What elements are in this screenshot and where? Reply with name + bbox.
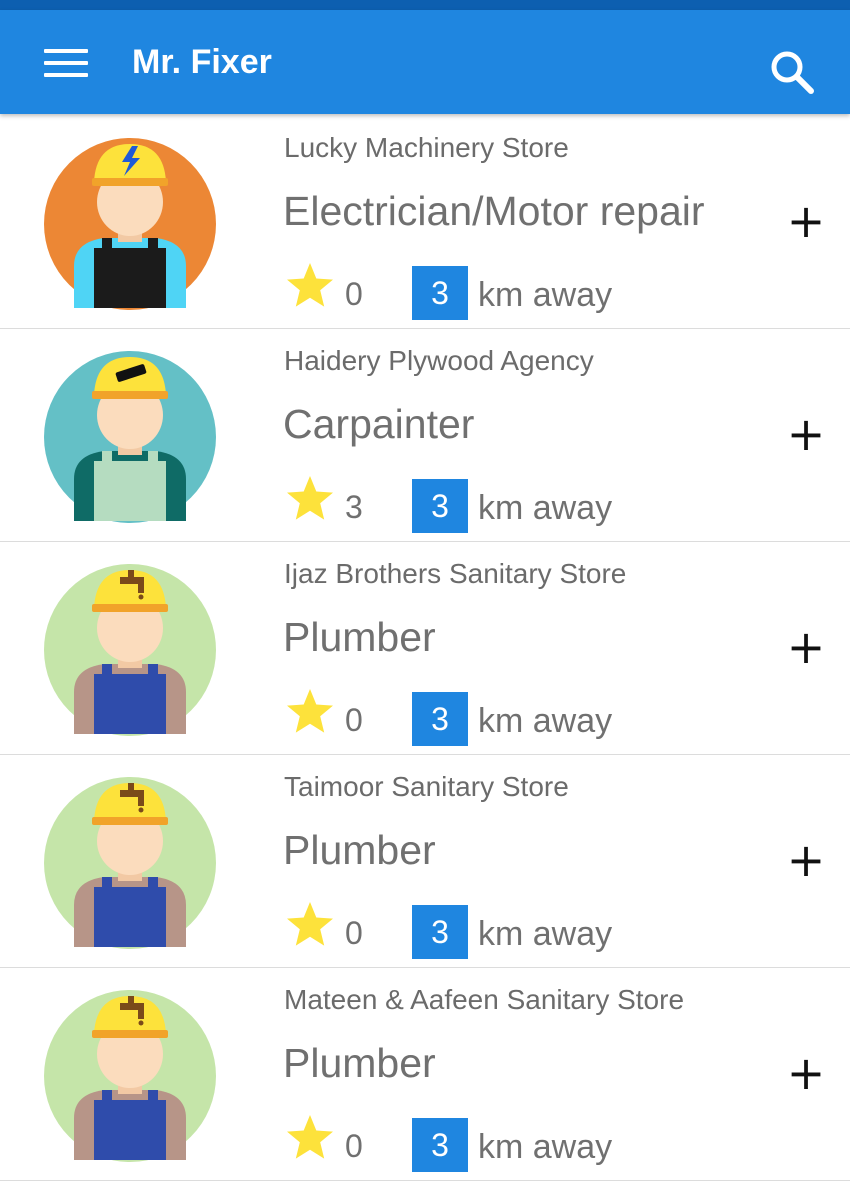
- app-bar: Mr. Fixer: [0, 10, 850, 114]
- distance-unit: km away: [478, 702, 613, 740]
- add-icon[interactable]: +: [786, 837, 826, 883]
- store-name: Ijaz Brothers Sanitary Store: [284, 558, 627, 589]
- distance-value: 3: [412, 692, 468, 746]
- star-icon: [287, 689, 333, 733]
- list-item-5[interactable]: Mateen & Aafeen Sanitary Store Plumber +…: [0, 968, 850, 1181]
- store-name: Taimoor Sanitary Store: [284, 771, 569, 802]
- add-icon[interactable]: +: [786, 411, 826, 457]
- store-name: Haidery Plywood Agency: [284, 345, 594, 376]
- plumber-avatar-icon: [44, 777, 216, 949]
- distance-unit: km away: [478, 276, 613, 314]
- carpenter-avatar-icon: [44, 351, 216, 523]
- add-icon[interactable]: +: [786, 624, 826, 670]
- status-bar: [0, 0, 850, 10]
- service-type: Plumber: [283, 614, 436, 660]
- distance-unit: km away: [478, 915, 613, 953]
- service-type: Plumber: [283, 827, 436, 873]
- list-item-4[interactable]: Taimoor Sanitary Store Plumber + 0 3 km …: [0, 755, 850, 968]
- star-icon: [287, 476, 333, 520]
- rating-value: 0: [345, 702, 363, 738]
- list-item-2[interactable]: Haidery Plywood Agency Carpainter + 3 3 …: [0, 329, 850, 542]
- distance-value: 3: [412, 266, 468, 320]
- rating-value: 0: [345, 915, 363, 951]
- rating-value: 3: [345, 489, 363, 525]
- list-item-3[interactable]: Ijaz Brothers Sanitary Store Plumber + 0…: [0, 542, 850, 755]
- distance-unit: km away: [478, 1128, 613, 1166]
- plumber-avatar-icon: [44, 564, 216, 736]
- add-icon[interactable]: +: [786, 198, 826, 244]
- rating-value: 0: [345, 1128, 363, 1164]
- service-type: Plumber: [283, 1040, 436, 1086]
- electrician-avatar-icon: [44, 138, 216, 310]
- distance-value: 3: [412, 905, 468, 959]
- service-type: Carpainter: [283, 401, 475, 447]
- rating-value: 0: [345, 276, 363, 312]
- add-icon[interactable]: +: [786, 1050, 826, 1096]
- distance-unit: km away: [478, 489, 613, 527]
- app-title: Mr. Fixer: [132, 43, 272, 81]
- service-list: Lucky Machinery Store Electrician/Motor …: [0, 116, 850, 1181]
- star-icon: [287, 263, 333, 307]
- store-name: Mateen & Aafeen Sanitary Store: [284, 984, 685, 1015]
- star-icon: [287, 902, 333, 946]
- service-type: Electrician/Motor repair: [283, 188, 705, 234]
- search-icon[interactable]: [768, 48, 816, 96]
- distance-value: 3: [412, 479, 468, 533]
- plumber-avatar-icon: [44, 990, 216, 1162]
- hamburger-menu-icon[interactable]: [44, 46, 90, 80]
- store-name: Lucky Machinery Store: [284, 132, 569, 163]
- star-icon: [287, 1115, 333, 1159]
- list-item-1[interactable]: Lucky Machinery Store Electrician/Motor …: [0, 116, 850, 329]
- distance-value: 3: [412, 1118, 468, 1172]
